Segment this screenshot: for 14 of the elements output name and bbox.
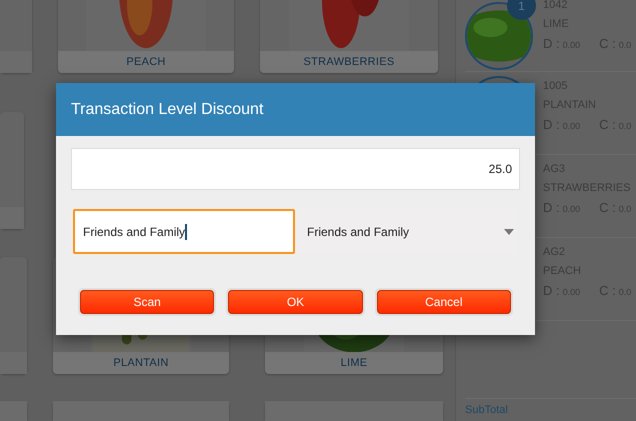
dialog-title: Transaction Level Discount <box>71 100 264 120</box>
reason-input[interactable]: Friends and Family <box>73 209 295 254</box>
product-name: PLANTAIN <box>113 356 169 371</box>
product-name: PEACH <box>126 55 166 70</box>
product-name: LIME <box>340 356 368 371</box>
product-card[interactable]: STRAWBERRIES <box>260 0 438 74</box>
dialog-button[interactable]: OK <box>228 290 363 314</box>
product-name: STRAWBERRIES <box>304 55 394 70</box>
product-card[interactable]: PEACH <box>58 0 234 74</box>
amount-field[interactable]: 25.0 <box>71 148 520 190</box>
dialog-button[interactable]: Scan <box>80 290 214 314</box>
quantity-badge: 1 <box>507 0 536 20</box>
dialog-button[interactable]: Cancel <box>376 290 511 314</box>
subtotal-label: SubTotal <box>465 402 508 418</box>
